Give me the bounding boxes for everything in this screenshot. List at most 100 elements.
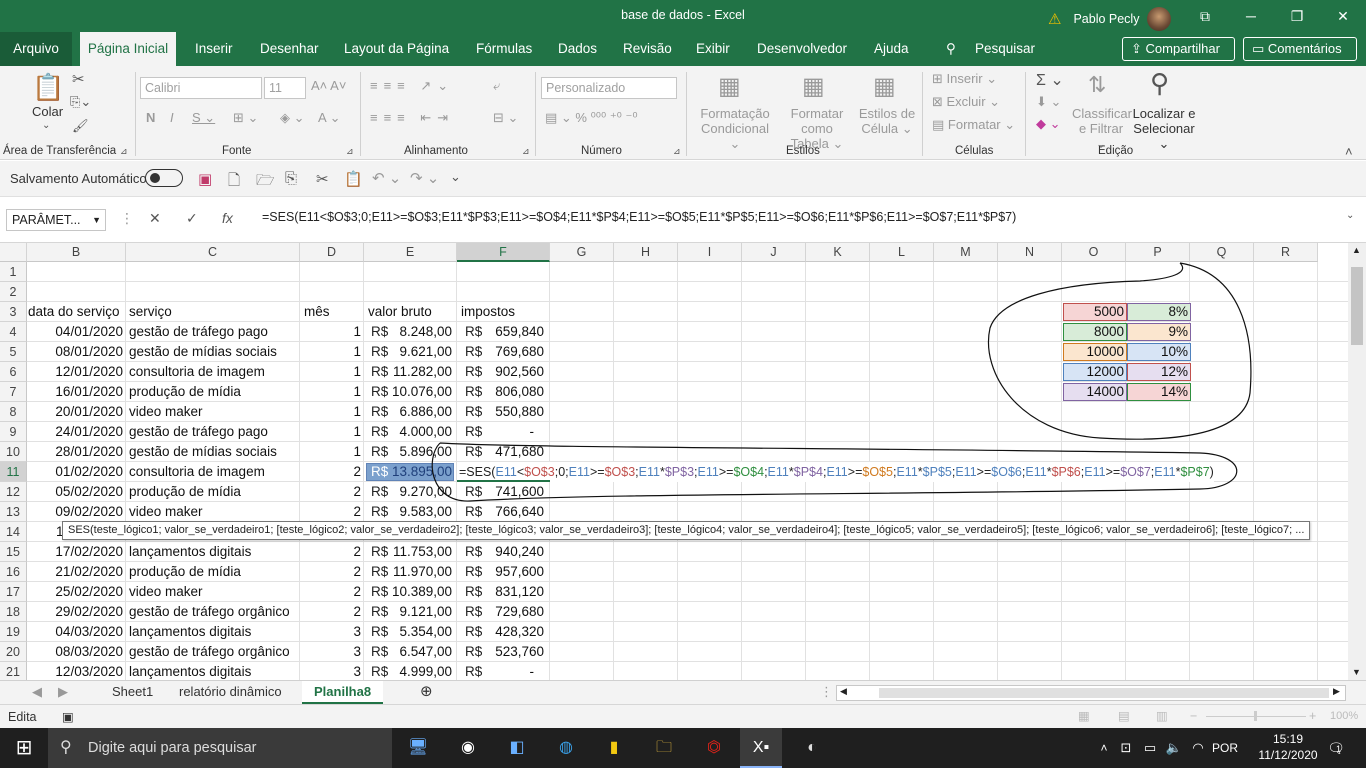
autosave-toggle[interactable] xyxy=(145,169,183,187)
cell-gross-value[interactable]: 5.354,00 xyxy=(392,622,452,642)
cell-date[interactable]: 01/02/2020 xyxy=(27,462,123,482)
conditional-format-icon[interactable]: ▦ xyxy=(718,72,741,101)
chevron-down-icon[interactable]: ▼ xyxy=(92,210,101,230)
column-header-d[interactable]: D xyxy=(300,243,364,262)
comments-button[interactable]: ▭ Comentários xyxy=(1243,37,1357,61)
next-sheet-icon[interactable]: ▶ xyxy=(46,681,80,705)
user-area[interactable]: ⚠ Pablo Pecly xyxy=(1048,7,1172,31)
cut-icon[interactable]: ✂ xyxy=(72,70,85,88)
row-header-4[interactable]: 4 xyxy=(0,322,27,342)
row-header-21[interactable]: 21 xyxy=(0,662,27,680)
cell-tax-value[interactable]: 659,840 xyxy=(486,322,544,342)
collapse-ribbon-icon[interactable]: ˄ xyxy=(1345,144,1353,159)
taskbar-search[interactable]: ⚲ Digite aqui para pesquisar xyxy=(48,728,392,768)
page-break-view-icon[interactable]: ▥ xyxy=(1156,708,1168,723)
cell-tax-value[interactable]: 471,680 xyxy=(486,442,544,462)
format-table-icon[interactable]: ▦ xyxy=(802,72,825,101)
cell-gross-value[interactable]: 10.389,00 xyxy=(392,582,452,602)
spreadsheet-grid[interactable]: B C D E F G H I J K L M N O P Q R 1 2 3 4 5 6 7 8 9 10 11 12 13 14 15 16… xyxy=(0,243,1348,680)
column-header-b[interactable]: B xyxy=(27,243,126,262)
fill-color-icon[interactable]: ◈ ⌄ xyxy=(280,110,305,126)
cell-gross-value[interactable]: 9.121,00 xyxy=(392,602,452,622)
cell-month[interactable]: 2 xyxy=(300,482,361,502)
row-header-5[interactable]: 5 xyxy=(0,342,27,362)
row-header-2[interactable]: 2 xyxy=(0,282,27,302)
function-tooltip[interactable]: SES(teste_lógico1; valor_se_verdadeiro1;… xyxy=(62,521,1311,540)
column-header-e[interactable]: E xyxy=(364,243,457,262)
select-all-corner[interactable] xyxy=(0,243,27,262)
cell-tax-value[interactable]: - xyxy=(486,422,544,442)
param-rate-value[interactable]: 9% xyxy=(1127,322,1188,342)
copy-icon[interactable]: ⎘ xyxy=(285,170,297,187)
param-rate-value[interactable]: 10% xyxy=(1127,342,1188,362)
ribbon-display-icon[interactable]: ⧉ xyxy=(1182,4,1228,28)
copy-icon[interactable]: ⎘⌄ xyxy=(70,94,91,110)
cell-service[interactable]: consultoria de imagem xyxy=(129,362,265,382)
autosum-icon[interactable]: Σ ⌄ xyxy=(1036,70,1064,90)
maximize-button[interactable]: ❐ xyxy=(1274,4,1320,28)
tab-file[interactable]: Arquivo xyxy=(0,32,72,66)
cell-date[interactable]: 29/02/2020 xyxy=(27,602,123,622)
italic-icon[interactable]: I xyxy=(170,110,174,125)
cell-service[interactable]: video maker xyxy=(129,582,203,602)
cell-month[interactable]: 2 xyxy=(300,582,361,602)
cell-date[interactable]: 16/01/2020 xyxy=(27,382,123,402)
horizontal-scrollbar[interactable]: ◀ ▶ xyxy=(836,685,1346,701)
param-rate-value[interactable]: 12% xyxy=(1127,362,1188,382)
row-header-10[interactable]: 10 xyxy=(0,442,27,462)
wrap-text-icon[interactable]: ⤶ xyxy=(493,78,500,94)
tab-view[interactable]: Exibir xyxy=(694,32,732,66)
cell-gross-value[interactable]: 10.076,00 xyxy=(392,382,452,402)
cell-styles-button[interactable]: Estilos de Célula ⌄ xyxy=(858,106,916,137)
row-header-18[interactable]: 18 xyxy=(0,602,27,622)
scroll-left-icon[interactable]: ◀ xyxy=(840,686,847,697)
customize-qat-icon[interactable]: ⌄ xyxy=(450,169,461,185)
cell-service[interactable]: lançamentos digitais xyxy=(129,542,251,562)
cell-tax-value[interactable]: 766,640 xyxy=(486,502,544,522)
delete-cells-button[interactable]: ⊠ Excluir ⌄ xyxy=(932,94,1000,110)
borders-icon[interactable]: ⊞ ⌄ xyxy=(233,110,258,126)
param-limit-value[interactable]: 5000 xyxy=(1063,302,1124,322)
close-button[interactable]: ✕ xyxy=(1320,4,1366,28)
column-header-j[interactable]: J xyxy=(742,243,806,262)
cell-service[interactable]: produção de mídia xyxy=(129,382,241,402)
column-header-n[interactable]: N xyxy=(998,243,1062,262)
dialog-launcher-icon[interactable]: ⊿ xyxy=(673,146,681,157)
format-cells-button[interactable]: ▤ Formatar ⌄ xyxy=(932,117,1015,133)
sheet-tab-relatorio[interactable]: relatório dinâmico xyxy=(167,681,294,705)
cell-tax-value[interactable]: 550,880 xyxy=(486,402,544,422)
tab-home[interactable]: Página Inicial xyxy=(80,32,176,66)
cell-service[interactable]: video maker xyxy=(129,502,203,522)
cancel-icon[interactable]: ✕ xyxy=(149,210,161,227)
file-explorer-icon[interactable]: 🗀 xyxy=(650,734,678,762)
cell-date[interactable]: 12/03/2020 xyxy=(27,662,123,680)
vertical-align-icons[interactable]: ≡≡≡ ↗⌄ xyxy=(370,78,454,94)
bold-icon[interactable]: N xyxy=(146,110,155,125)
cell-tax-value[interactable]: 957,600 xyxy=(486,562,544,582)
cell-month[interactable]: 2 xyxy=(300,542,361,562)
name-box[interactable]: PARÂMET... ▼ xyxy=(6,209,106,231)
undo-icon[interactable]: ↶ ⌄ xyxy=(372,169,401,187)
save-icon[interactable]: ▣ xyxy=(198,170,212,188)
cell-month[interactable]: 3 xyxy=(300,662,361,680)
cell-tax-value[interactable]: 831,120 xyxy=(486,582,544,602)
formula-input[interactable]: =SES(E11<$O$3;0;E11>=$O$3;E11*$P$3;E11>=… xyxy=(262,210,1016,224)
row-header-19[interactable]: 19 xyxy=(0,622,27,642)
cell-tax-value[interactable]: 902,560 xyxy=(486,362,544,382)
cell-month[interactable]: 2 xyxy=(300,462,361,482)
computer-icon[interactable]: 🖥 xyxy=(404,734,432,762)
cell-date[interactable]: 17/02/2020 xyxy=(27,542,123,562)
sheet-tab-planilha8[interactable]: Planilha8 xyxy=(302,681,384,705)
cell-month[interactable]: 1 xyxy=(300,342,361,362)
cell-date[interactable]: 09/02/2020 xyxy=(27,502,123,522)
search-icon[interactable]: ⚲ xyxy=(944,32,958,66)
cell-date[interactable]: 04/01/2020 xyxy=(27,322,123,342)
sort-filter-icon[interactable]: ⇅ xyxy=(1088,72,1106,98)
cell-service[interactable]: gestão de mídias sociais xyxy=(129,342,277,362)
page-layout-view-icon[interactable]: ▤ xyxy=(1118,708,1130,723)
cell-date[interactable]: 08/03/2020 xyxy=(27,642,123,662)
cell-gross-value[interactable]: 11.753,00 xyxy=(392,542,452,562)
paste-icon[interactable]: 📋 xyxy=(344,170,363,188)
merge-icon[interactable]: ⊟ ⌄ xyxy=(493,110,518,126)
cell-tax-value[interactable]: 769,680 xyxy=(486,342,544,362)
